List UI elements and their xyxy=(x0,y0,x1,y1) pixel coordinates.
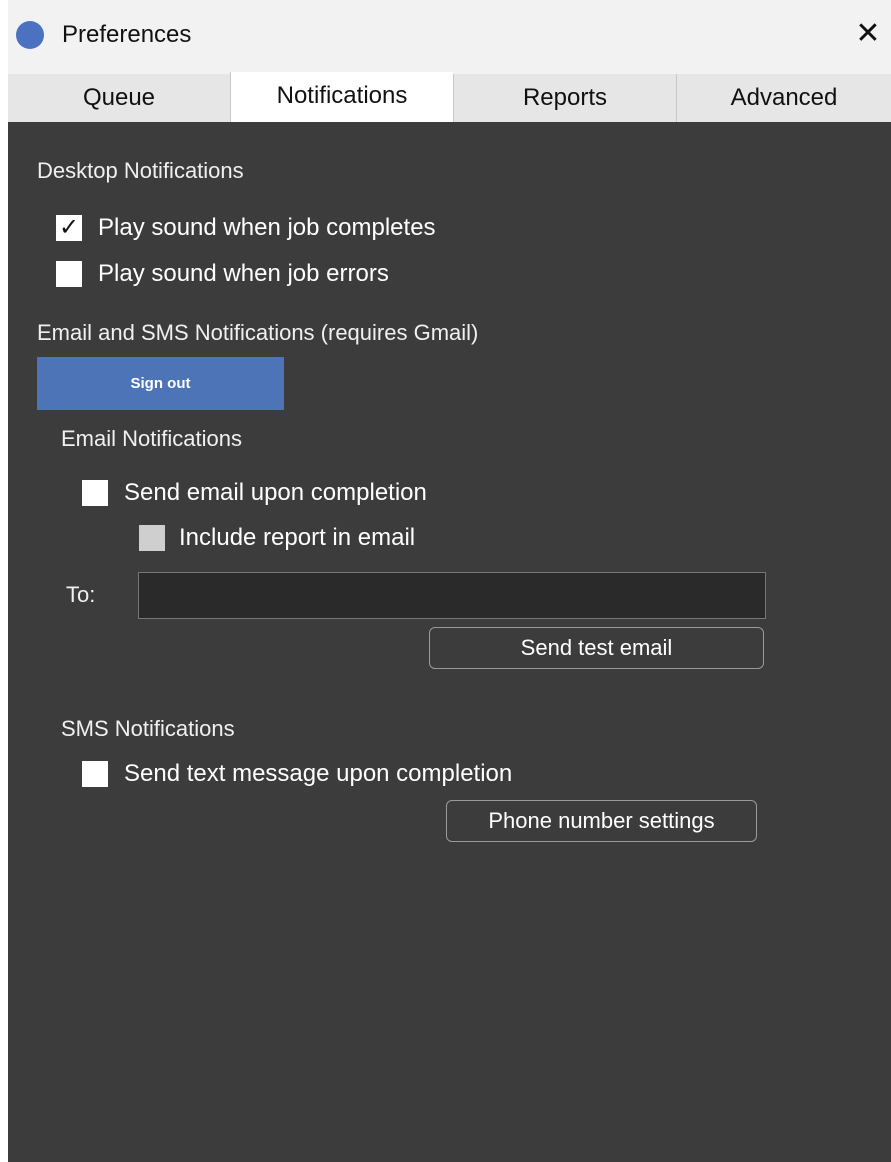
checkbox-unchecked-icon[interactable] xyxy=(82,480,108,506)
email-to-input[interactable] xyxy=(138,572,766,619)
checkbox-checked-icon[interactable]: ✓ xyxy=(56,215,82,241)
close-icon[interactable]: ✕ xyxy=(850,16,886,52)
to-label: To: xyxy=(66,582,96,607)
play-sound-errors-label: Play sound when job errors xyxy=(98,260,389,287)
tab-reports[interactable]: Reports xyxy=(453,74,676,122)
sms-notifications-heading: SMS Notifications xyxy=(61,716,235,741)
tab-bar: Queue Notifications Reports Advanced xyxy=(8,72,891,122)
email-sms-heading: Email and SMS Notifications (requires Gm… xyxy=(37,320,479,345)
phone-number-settings-button[interactable]: Phone number settings xyxy=(446,800,757,842)
checkbox-unchecked-icon[interactable] xyxy=(56,261,82,287)
play-sound-complete-checkbox[interactable]: ✓ Play sound when job completes xyxy=(56,214,436,242)
window-title: Preferences xyxy=(62,21,192,48)
desktop-notifications-heading: Desktop Notifications xyxy=(37,158,244,183)
email-notifications-heading: Email Notifications xyxy=(61,426,242,451)
tab-queue[interactable]: Queue xyxy=(8,74,230,122)
checkbox-disabled-icon[interactable] xyxy=(139,525,165,551)
send-test-email-button[interactable]: Send test email xyxy=(429,627,764,669)
checkbox-unchecked-icon[interactable] xyxy=(82,761,108,787)
include-report-checkbox[interactable]: Include report in email xyxy=(139,524,415,552)
include-report-label: Include report in email xyxy=(179,524,416,551)
send-email-completion-label: Send email upon completion xyxy=(124,479,427,506)
send-email-completion-checkbox[interactable]: Send email upon completion xyxy=(82,479,427,507)
preferences-window: Preferences ✕ Queue Notifications Report… xyxy=(8,0,891,1162)
play-sound-errors-checkbox[interactable]: Play sound when job errors xyxy=(56,260,389,288)
play-sound-complete-label: Play sound when job completes xyxy=(98,214,436,241)
send-text-completion-label: Send text message upon completion xyxy=(124,760,513,787)
title-bar: Preferences ✕ xyxy=(8,0,891,68)
send-text-completion-checkbox[interactable]: Send text message upon completion xyxy=(82,760,512,788)
tab-advanced[interactable]: Advanced xyxy=(676,74,891,122)
notifications-panel: Desktop Notifications ✓ Play sound when … xyxy=(8,122,891,1162)
sign-out-button[interactable]: Sign out xyxy=(37,357,284,410)
tab-notifications[interactable]: Notifications xyxy=(230,72,453,122)
app-logo-icon xyxy=(16,21,44,49)
